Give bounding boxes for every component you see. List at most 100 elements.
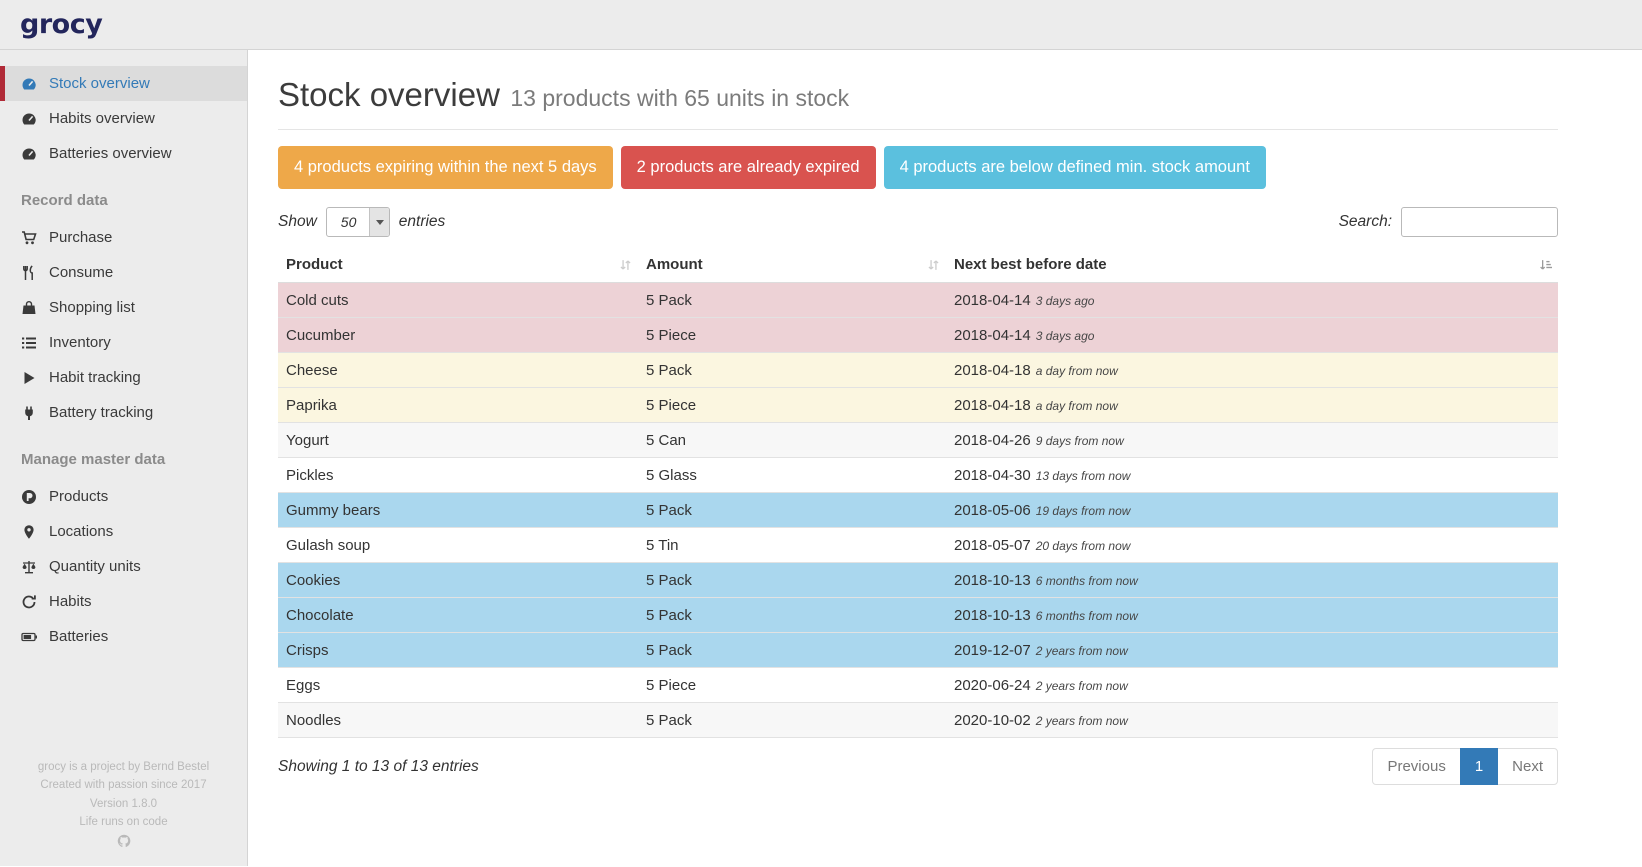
- sidebar-item-label: Habits overview: [49, 110, 155, 127]
- sidebar-item-batteries-overview[interactable]: Batteries overview: [0, 136, 247, 171]
- entries-label: entries: [399, 213, 446, 231]
- timeago-text: a day from now: [1036, 364, 1118, 378]
- sidebar-item-habits[interactable]: Habits: [0, 584, 247, 619]
- github-icon[interactable]: [117, 834, 131, 848]
- info-alert-button[interactable]: 4 products are below defined min. stock …: [884, 146, 1266, 189]
- table-row-cold-cuts[interactable]: Cold cuts5 Pack2018-04-143 days ago: [278, 283, 1558, 318]
- sidebar-item-shopping-list[interactable]: Shopping list: [0, 290, 247, 325]
- next-best-before-date-cell: 2018-04-18 a day from now: [946, 353, 1558, 388]
- page-header: Stock overview 13 products with 65 units…: [278, 76, 1558, 114]
- amount-cell: 5 Glass: [638, 458, 946, 493]
- sort-amount-asc-icon[interactable]: [1539, 258, 1552, 271]
- next-best-before-date-cell: 2018-04-3013 days from now: [946, 458, 1558, 493]
- column-label: Next best before date: [954, 256, 1107, 273]
- page-length-control: Show 50 entries: [278, 207, 445, 237]
- table-row-gulash-soup[interactable]: Gulash soup5 Tin2018-05-0720 days from n…: [278, 528, 1558, 563]
- gauge-icon: [21, 111, 38, 127]
- product-cell: Pickles: [278, 458, 638, 493]
- sidebar-footer: grocy is a project by Bernd BestelCreate…: [0, 758, 247, 866]
- next-best-before-date-cell: 2018-10-136 months from now: [946, 598, 1558, 633]
- sidebar-item-quantity-units[interactable]: Quantity units: [0, 549, 247, 584]
- best-before-date: 2018-04-26: [954, 432, 1031, 449]
- sidebar-item-stock-overview[interactable]: Stock overview: [0, 66, 247, 101]
- table-row-eggs[interactable]: Eggs5 Piece2020-06-242 years from now: [278, 668, 1558, 703]
- table-row-pickles[interactable]: Pickles5 Glass2018-04-3013 days from now: [278, 458, 1558, 493]
- sidebar-item-habit-tracking[interactable]: Habit tracking: [0, 360, 247, 395]
- list-icon: [21, 335, 38, 351]
- product-cell: Gummy bears: [278, 493, 638, 528]
- map-marker-icon: [21, 524, 38, 540]
- table-row-chocolate[interactable]: Chocolate5 Pack2018-10-136 months from n…: [278, 598, 1558, 633]
- product-cell: Crisps: [278, 633, 638, 668]
- best-before-date: 2018-04-18: [954, 362, 1031, 379]
- battery-icon: [21, 629, 38, 645]
- sidebar-footer-line: Created with passion since 2017: [0, 776, 247, 794]
- table-row-cheese[interactable]: Cheese5 Pack2018-04-18a day from now: [278, 353, 1558, 388]
- product-cell: Yogurt: [278, 423, 638, 458]
- table-row-gummy-bears[interactable]: Gummy bears5 Pack2018-05-0619 days from …: [278, 493, 1558, 528]
- shopping-bag-icon: [21, 300, 38, 316]
- timeago-text: a day from now: [1036, 399, 1118, 413]
- next-best-before-date-cell: 2019-12-072 years from now: [946, 633, 1558, 668]
- sidebar-item-label: Batteries overview: [49, 145, 172, 162]
- best-before-date: 2018-04-14: [954, 292, 1031, 309]
- best-before-date: 2020-10-02: [954, 712, 1031, 729]
- amount-cell: 5 Pack: [638, 703, 946, 738]
- next-best-before-date-cell: 2018-04-143 days ago: [946, 283, 1558, 318]
- pagination-previous[interactable]: Previous: [1372, 748, 1460, 785]
- product-cell: Paprika: [278, 388, 638, 423]
- table-row-crisps[interactable]: Crisps5 Pack2019-12-072 years from now: [278, 633, 1558, 668]
- timeago-text: 9 days from now: [1036, 434, 1124, 448]
- page-size-select[interactable]: 50: [326, 207, 390, 237]
- sidebar-item-battery-tracking[interactable]: Battery tracking: [0, 395, 247, 430]
- sidebar-item-locations[interactable]: Locations: [0, 514, 247, 549]
- gauge-icon: [21, 76, 38, 92]
- table-row-paprika[interactable]: Paprika5 Piece2018-04-18a day from now: [278, 388, 1558, 423]
- table-row-yogurt[interactable]: Yogurt5 Can 2018-04-26 9 days from now: [278, 423, 1558, 458]
- product-cell: Noodles: [278, 703, 638, 738]
- search-input[interactable]: [1401, 207, 1558, 237]
- timeago-text: 2 years from now: [1036, 679, 1128, 693]
- sort-both-icon[interactable]: [927, 258, 940, 271]
- table-row-cookies[interactable]: Cookies5 Pack2018-10-136 months from now: [278, 563, 1558, 598]
- pagination-next[interactable]: Next: [1497, 748, 1558, 785]
- column-header-next-best-before-date[interactable]: Next best before date: [946, 247, 1558, 283]
- sidebar-item-label: Habit tracking: [49, 369, 141, 386]
- show-label: Show: [278, 213, 317, 231]
- stock-alerts: 4 products expiring within the next 5 da…: [278, 146, 1558, 189]
- column-header-amount[interactable]: Amount: [638, 247, 946, 283]
- table-row-noodles[interactable]: Noodles5 Pack2020-10-022 years from now: [278, 703, 1558, 738]
- warning-alert-button[interactable]: 4 products expiring within the next 5 da…: [278, 146, 613, 189]
- sidebar-item-purchase[interactable]: Purchase: [0, 220, 247, 255]
- pagination: Previous 1 Next: [1373, 748, 1558, 785]
- product-cell: Cold cuts: [278, 283, 638, 318]
- sidebar-item-label: Products: [49, 488, 108, 505]
- sidebar-item-consume[interactable]: Consume: [0, 255, 247, 290]
- pagination-page-1[interactable]: 1: [1460, 748, 1498, 785]
- danger-alert-button[interactable]: 2 products are already expired: [621, 146, 876, 189]
- scale-icon: [21, 559, 38, 575]
- product-cell: Gulash soup: [278, 528, 638, 563]
- best-before-date: 2018-04-18: [954, 397, 1031, 414]
- grocy-logo[interactable]: grocy: [20, 9, 102, 40]
- timeago-text: 6 months from now: [1036, 609, 1138, 623]
- timeago-text: 3 days ago: [1036, 329, 1095, 343]
- stock-table: Product Amount Next best before date Col…: [278, 247, 1558, 738]
- sidebar-item-label: Quantity units: [49, 558, 141, 575]
- amount-cell: 5 Pack: [638, 598, 946, 633]
- sidebar-item-habits-overview[interactable]: Habits overview: [0, 101, 247, 136]
- sort-both-icon[interactable]: [619, 258, 632, 271]
- amount-cell: 5 Pack: [638, 563, 946, 598]
- product-cell: Cucumber: [278, 318, 638, 353]
- timeago-text: 19 days from now: [1036, 504, 1131, 518]
- sidebar-item-batteries[interactable]: Batteries: [0, 619, 247, 654]
- column-header-product[interactable]: Product: [278, 247, 638, 283]
- cart-icon: [21, 230, 38, 246]
- table-row-cucumber[interactable]: Cucumber5 Piece2018-04-143 days ago: [278, 318, 1558, 353]
- sidebar-item-inventory[interactable]: Inventory: [0, 325, 247, 360]
- amount-cell: 5 Piece: [638, 668, 946, 703]
- sidebar-item-products[interactable]: Products: [0, 479, 247, 514]
- sidebar-item-label: Inventory: [49, 334, 111, 351]
- amount-cell: 5 Can: [638, 423, 946, 458]
- next-best-before-date-cell: 2018-04-26 9 days from now: [946, 423, 1558, 458]
